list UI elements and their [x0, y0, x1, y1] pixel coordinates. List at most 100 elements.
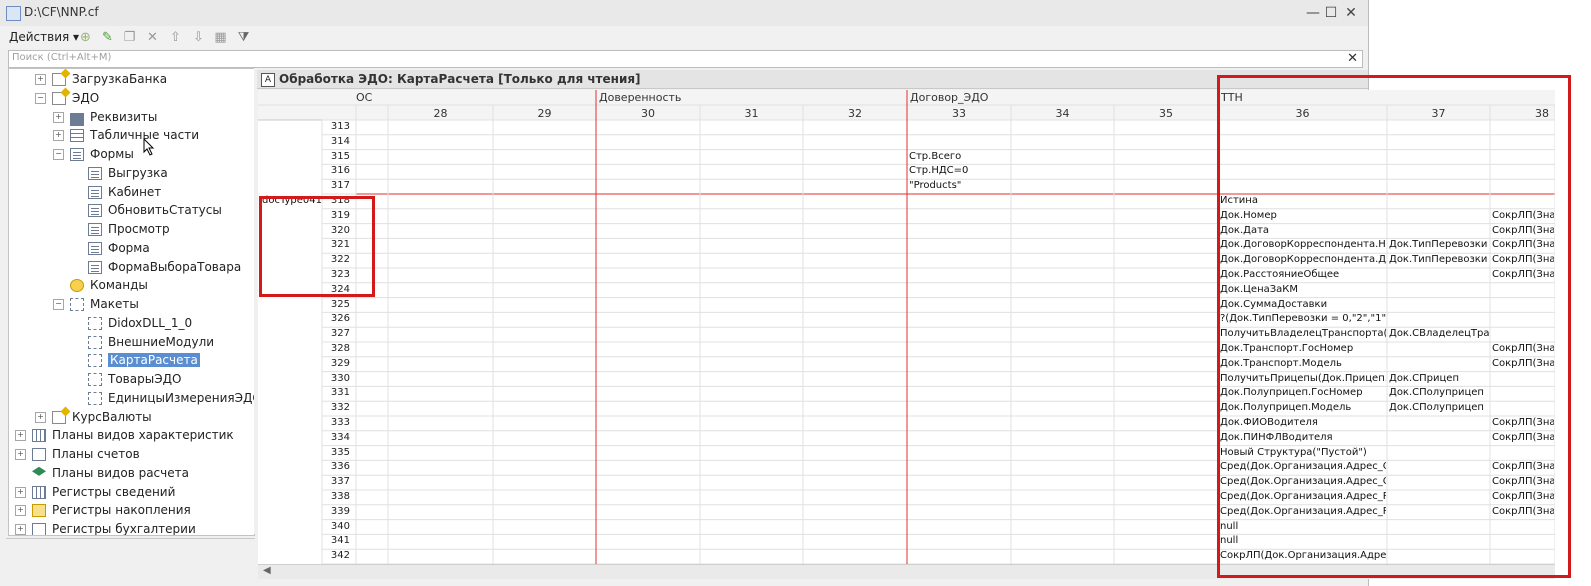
cell-col38[interactable]: СокрЛП(Знач — [1492, 357, 1554, 371]
cell-col38[interactable]: СокрЛП(Знач — [1492, 253, 1554, 267]
cell-col38[interactable]: СокрЛП(Знач — [1492, 490, 1554, 504]
tree-item[interactable]: ВнешниеМодули — [71, 333, 214, 351]
cell-col36[interactable]: Док.СуммаДоставки — [1220, 298, 1386, 312]
tree-item[interactable]: − Макеты — [53, 295, 139, 313]
cell-col36[interactable]: Истина — [1220, 194, 1386, 208]
add-icon[interactable]: ⊕ — [78, 30, 93, 45]
row-number-header[interactable]: 330 — [322, 372, 350, 386]
row-number-header[interactable]: 329 — [322, 357, 350, 371]
row-number-header[interactable]: 332 — [322, 401, 350, 415]
cell-col36[interactable]: Док.Номер — [1220, 209, 1386, 223]
tree-item[interactable]: + Планы счетов — [15, 445, 140, 463]
tree-item[interactable]: Форма — [71, 239, 150, 257]
tree-item[interactable]: + Регистры накопления — [15, 501, 191, 519]
row-number-header[interactable]: 327 — [322, 327, 350, 341]
edit-icon[interactable]: ✎ — [100, 30, 115, 45]
column-number-header[interactable]: 28 — [388, 107, 493, 121]
tree-item[interactable]: ФормаВыбораТовара — [71, 258, 241, 276]
tree-item[interactable]: − ЭДО — [35, 89, 99, 107]
cell-col37[interactable]: Док.ТипПеревозки = 1 — [1389, 238, 1489, 252]
expand-icon[interactable]: + — [53, 130, 64, 142]
cell-col36[interactable]: Новый Структура("Пустой") — [1220, 446, 1386, 460]
tree-item[interactable]: Планы видов расчета — [15, 464, 189, 482]
row-number-header[interactable]: 336 — [322, 460, 350, 474]
row-number-header[interactable]: 315 — [322, 150, 350, 164]
row-number-header[interactable]: 333 — [322, 416, 350, 430]
row-number-header[interactable]: 325 — [322, 298, 350, 312]
row-area-name[interactable]: docType041 — [262, 194, 324, 208]
row-number-header[interactable]: 321 — [322, 238, 350, 252]
maximize-button[interactable]: ☐ — [1322, 4, 1340, 22]
cell-col38[interactable]: СокрЛП(Знач — [1492, 342, 1554, 356]
row-number-header[interactable]: 342 — [322, 549, 350, 563]
cell-col38[interactable]: СокрЛП(Знач — [1492, 268, 1554, 282]
column-number-header[interactable]: 33 — [907, 107, 1011, 121]
cell-col36[interactable]: СокрЛП(Док.Организация.Адрес — [1220, 549, 1386, 563]
tree-item[interactable]: DidoxDLL_1_0 — [71, 314, 192, 332]
delete-icon[interactable]: ✕ — [145, 30, 160, 45]
search-field[interactable]: Поиск (Ctrl+Alt+M) ✕ — [8, 50, 1363, 68]
expand-icon[interactable]: + — [15, 524, 26, 535]
cell-col36[interactable]: Сред(Док.Организация.Адрес_Ре — [1220, 490, 1386, 504]
cell-col37[interactable]: Док.СВладелецТранспорта — [1389, 327, 1489, 341]
cell-col38[interactable]: СокрЛП(Знач — [1492, 505, 1554, 519]
cell-col37[interactable]: Док.ТипПеревозки = 1 — [1389, 253, 1489, 267]
cell-col36[interactable]: Сред(Док.Организация.Адрес_Об — [1220, 475, 1386, 489]
cell-col37[interactable]: Док.СПолуприцеп — [1389, 386, 1489, 400]
cell-col36[interactable]: Сред(Док.Организация.Адрес_Ре — [1220, 505, 1386, 519]
cell-col36[interactable]: Сред(Док.Организация.Адрес_Об — [1220, 460, 1386, 474]
expand-icon[interactable]: + — [53, 111, 64, 123]
row-number-header[interactable]: 323 — [322, 268, 350, 282]
cell-col36[interactable]: Док.ПИНФЛВодителя — [1220, 431, 1386, 445]
cell-col36[interactable]: ПолучитьПрицепы(Док.Прицеп.Мод — [1220, 372, 1386, 386]
row-number-header[interactable]: 319 — [322, 209, 350, 223]
cell-col36[interactable]: Док.Полуприцеп.Модель — [1220, 401, 1386, 415]
cell-col38[interactable]: СокрЛП(Знач — [1492, 460, 1554, 474]
tree-item[interactable]: Кабинет — [71, 183, 161, 201]
expand-icon[interactable]: + — [15, 505, 26, 517]
column-number-header[interactable]: 30 — [596, 107, 700, 121]
cell-col38[interactable]: СокрЛП(Знач — [1492, 475, 1554, 489]
tree-item[interactable]: Просмотр — [71, 220, 170, 238]
column-group-header[interactable]: ТТН — [1221, 91, 1461, 105]
cell-col36[interactable]: Док.ДоговорКорреспондента.Дата — [1220, 253, 1386, 267]
row-number-header[interactable]: 337 — [322, 475, 350, 489]
cell-col36[interactable]: Док.Транспорт.Модель — [1220, 357, 1386, 371]
properties-icon[interactable]: ▦ — [213, 30, 228, 45]
cell-col36[interactable]: ПолучитьВладелецТранспорта(Док — [1220, 327, 1386, 341]
row-number-header[interactable]: 334 — [322, 431, 350, 445]
column-number-header[interactable]: 35 — [1114, 107, 1218, 121]
cell-col33[interactable]: Стр.Всего — [909, 150, 1010, 164]
row-number-header[interactable]: 341 — [322, 534, 350, 548]
cell-col38[interactable]: СокрЛП(Знач — [1492, 238, 1554, 252]
row-number-header[interactable]: 328 — [322, 342, 350, 356]
tree-item[interactable]: + Табличные части — [53, 126, 199, 144]
row-number-header[interactable]: 317 — [322, 179, 350, 193]
horizontal-scrollbar[interactable]: ◀ — [258, 564, 1555, 579]
column-group-header[interactable]: ОС — [356, 91, 596, 105]
cell-col36[interactable]: Док.ЦенаЗаКМ — [1220, 283, 1386, 297]
row-number-header[interactable]: 338 — [322, 490, 350, 504]
tree-item[interactable]: + ЗагрузкаБанка — [35, 70, 167, 88]
tree-item[interactable]: Команды — [53, 276, 148, 294]
cell-col36[interactable]: Док.Полуприцеп.ГосНомер — [1220, 386, 1386, 400]
expand-icon[interactable]: + — [35, 74, 46, 85]
scroll-left-icon[interactable]: ◀ — [263, 565, 271, 576]
expand-icon[interactable]: + — [15, 430, 26, 442]
row-number-header[interactable]: 313 — [322, 120, 350, 134]
move-down-icon[interactable]: ⇩ — [191, 30, 206, 45]
row-number-header[interactable]: 324 — [322, 283, 350, 297]
column-number-header[interactable]: 38 — [1490, 107, 1555, 121]
cell-col36[interactable]: Док.ДоговорКорреспондента.Номер — [1220, 238, 1386, 252]
tree-item[interactable]: + Реквизиты — [53, 108, 157, 126]
column-number-header[interactable]: 31 — [700, 107, 803, 121]
cell-col36[interactable]: Док.ФИОВодителя — [1220, 416, 1386, 430]
close-button[interactable]: ✕ — [1342, 4, 1360, 22]
cell-col38[interactable]: СокрЛП(Знач — [1492, 431, 1554, 445]
tree-item[interactable]: ОбновитьСтатусы — [71, 201, 222, 219]
cell-col36[interactable]: Док.Транспорт.ГосНомер — [1220, 342, 1386, 356]
cell-col36[interactable]: null — [1220, 534, 1386, 548]
collapse-icon[interactable]: − — [35, 92, 46, 104]
column-number-header[interactable]: 32 — [803, 107, 907, 121]
cell-col36[interactable]: null — [1220, 520, 1386, 534]
